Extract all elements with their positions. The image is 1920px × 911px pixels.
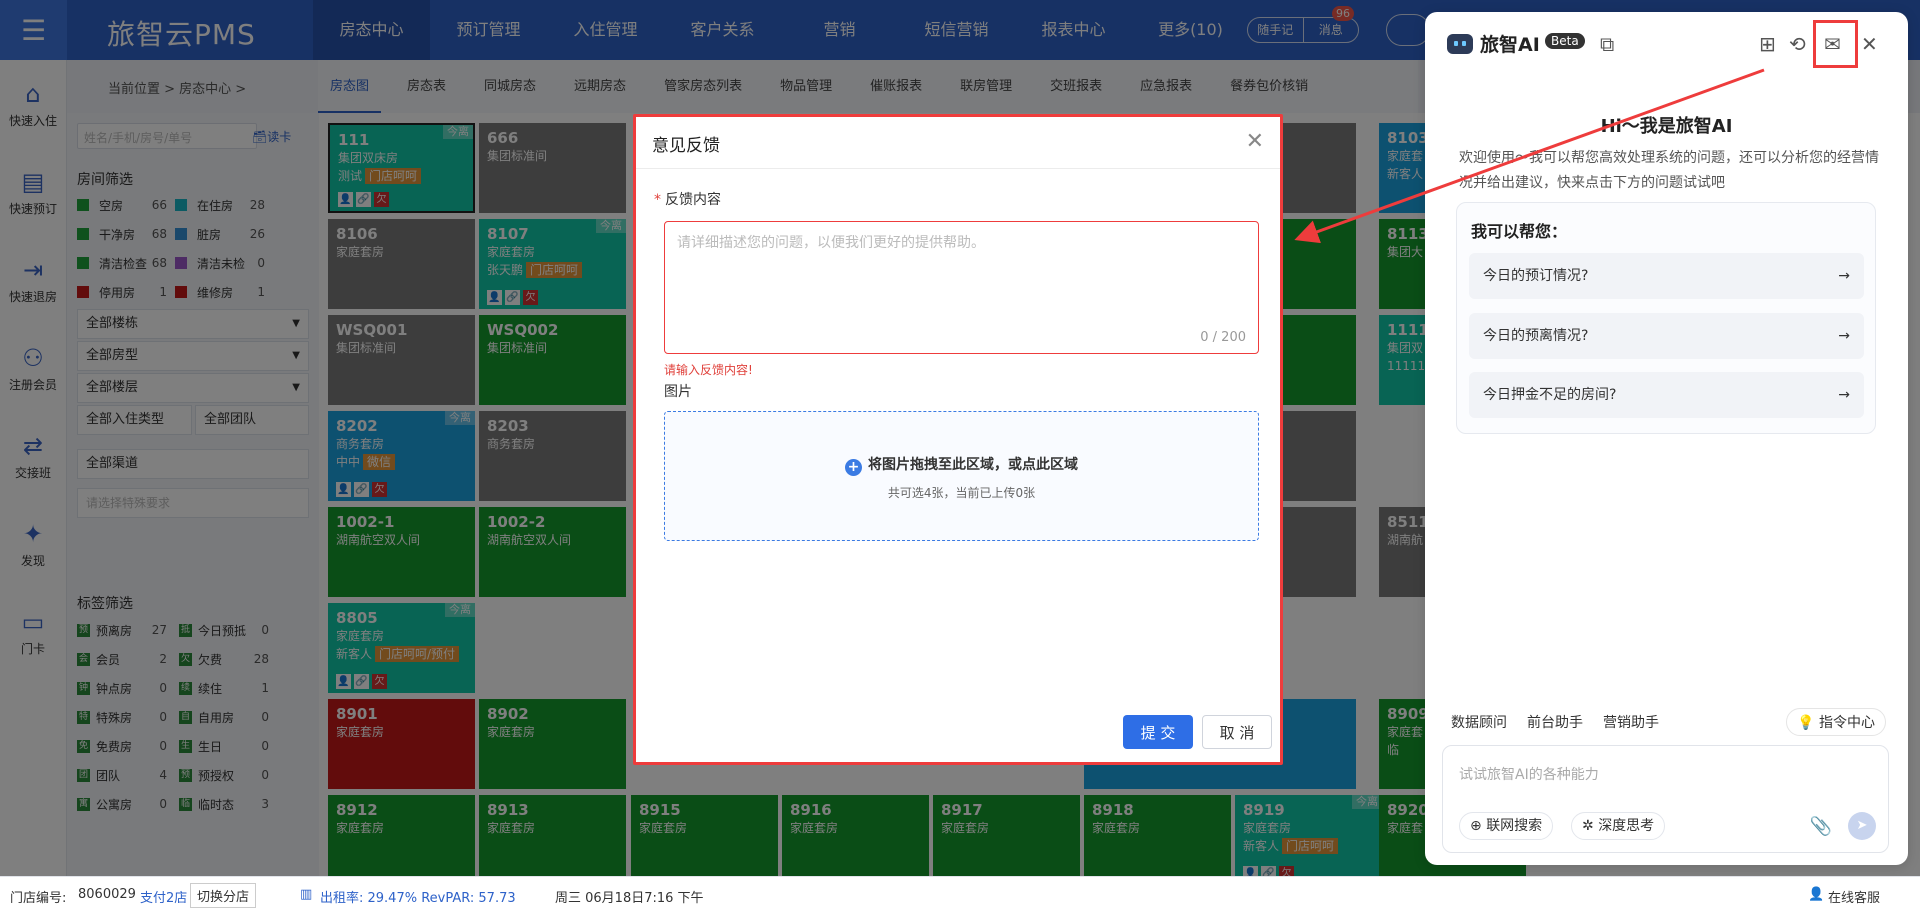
question-booking[interactable]: 今日的预订情况? → (1469, 253, 1864, 299)
pip-icon[interactable]: ⧉ (1600, 32, 1614, 56)
help-title: 我可以帮您： (1471, 222, 1568, 241)
modal-title: 意见反馈 (652, 136, 720, 156)
ai-assistant-panel: 旅智AI Beta ⧉ ⊞ ⟲ ✉ ✕ Hi～我是旅智AI 欢迎使用～我可以帮您… (1425, 12, 1908, 865)
question-text: 今日押金不足的房间? (1483, 387, 1617, 403)
ai-chips: 数据顾问 前台助手 营销助手 (1449, 708, 1661, 736)
plus-icon: + (845, 459, 862, 476)
switch-store-button[interactable]: 切换分店 (190, 883, 257, 908)
arrow-right-icon: → (1838, 268, 1850, 284)
atom-icon: ✲ (1582, 818, 1594, 834)
chip-data-advisor[interactable]: 数据顾问 (1449, 708, 1509, 736)
ai-intro: 欢迎使用～我可以帮您高效处理系统的问题，还可以分析您的经营情况并给出建议，快来点… (1459, 150, 1879, 191)
question-text: 今日的预订情况? (1483, 268, 1589, 284)
question-text: 今日的预离情况? (1483, 328, 1589, 344)
store-no: 8060029 (78, 887, 136, 902)
char-counter: 0 / 200 (1200, 330, 1246, 345)
highlight-box (1813, 20, 1858, 68)
deep-think-button[interactable]: ✲ 深度思考 (1571, 812, 1666, 840)
ai-title: 旅智AI (1480, 34, 1540, 56)
submit-button[interactable]: 提 交 (1123, 715, 1193, 749)
occupancy-stats: 出租率: 29.47% RevPAR: 57.73 (320, 891, 516, 906)
web-search-button[interactable]: ⊕ 联网搜索 (1459, 812, 1554, 840)
question-departure[interactable]: 今日的预离情况? → (1469, 313, 1864, 359)
upload-sub-text: 共可选4张，当前已上传0张 (887, 486, 1036, 500)
required-mark: * (654, 192, 661, 208)
upload-hint: + 将图片拖拽至此区域，或点此区域 (665, 454, 1258, 476)
upload-main-text: 将图片拖拽至此区域，或点此区域 (868, 457, 1078, 473)
feedback-modal: 意见反馈 ✕ * 反馈内容 请详细描述您的问题，以便我们更好的提供帮助。 0 / … (633, 114, 1283, 765)
close-icon[interactable]: ✕ (1246, 129, 1264, 154)
close-icon[interactable]: ✕ (1861, 32, 1878, 56)
store-no-label: 门店编号: (10, 891, 67, 906)
status-bar: 门店编号: 8060029 支付2店 切换分店 ▥ 出租率: 29.47% Re… (0, 876, 1920, 911)
command-center-button[interactable]: 💡 指令中心 (1786, 708, 1886, 736)
ai-greeting: Hi～我是旅智AI (1600, 116, 1733, 137)
new-chat-icon[interactable]: ⊞ (1759, 32, 1776, 56)
send-icon[interactable]: ➤ (1848, 812, 1876, 840)
chip-front-desk[interactable]: 前台助手 (1525, 708, 1585, 736)
textarea-placeholder: 请详细描述您的问题，以便我们更好的提供帮助。 (677, 235, 985, 251)
cancel-button[interactable]: 取 消 (1202, 715, 1272, 749)
robot-icon (1447, 34, 1473, 54)
web-search-label: 联网搜索 (1486, 818, 1543, 834)
modal-header: 意见反馈 ✕ (636, 117, 1280, 169)
content-label-text: 反馈内容 (665, 192, 721, 208)
chip-marketing[interactable]: 营销助手 (1601, 708, 1661, 736)
current-date: 周三 06月18日7:16 下午 (555, 891, 704, 906)
beta-badge: Beta (1545, 33, 1585, 49)
deep-think-label: 深度思考 (1598, 818, 1655, 834)
ai-input-placeholder: 试试旅智AI的各种能力 (1459, 767, 1599, 783)
paperclip-icon[interactable]: 📎 (1810, 816, 1832, 837)
bulb-icon: 💡 (1797, 715, 1815, 731)
image-label: 图片 (664, 384, 692, 400)
history-icon[interactable]: ⟲ (1789, 32, 1806, 56)
help-card: 我可以帮您： 今日的预订情况? → 今日的预离情况? → 今日押金不足的房间? → (1456, 202, 1876, 434)
feedback-textarea[interactable]: 请详细描述您的问题，以便我们更好的提供帮助。 0 / 200 (664, 221, 1259, 354)
globe-icon: ⊕ (1470, 818, 1482, 834)
error-message: 请输入反馈内容! (664, 363, 753, 377)
arrow-right-icon: → (1838, 328, 1850, 344)
chart-icon: ▥ (300, 887, 313, 902)
image-upload-area[interactable]: + 将图片拖拽至此区域，或点此区域 共可选4张，当前已上传0张 (664, 411, 1259, 541)
support-icon: 👤 (1808, 887, 1825, 902)
content-label: * 反馈内容 (654, 189, 721, 209)
ai-input-box[interactable]: 试试旅智AI的各种能力 ⊕ 联网搜索 ✲ 深度思考 📎 ➤ (1442, 745, 1889, 853)
pay-store-link[interactable]: 支付2店 (140, 887, 187, 906)
command-center-label: 指令中心 (1819, 715, 1875, 731)
question-deposit[interactable]: 今日押金不足的房间? → (1469, 372, 1864, 418)
online-support-link[interactable]: 在线客服 (1828, 887, 1880, 906)
arrow-right-icon: → (1838, 387, 1850, 403)
